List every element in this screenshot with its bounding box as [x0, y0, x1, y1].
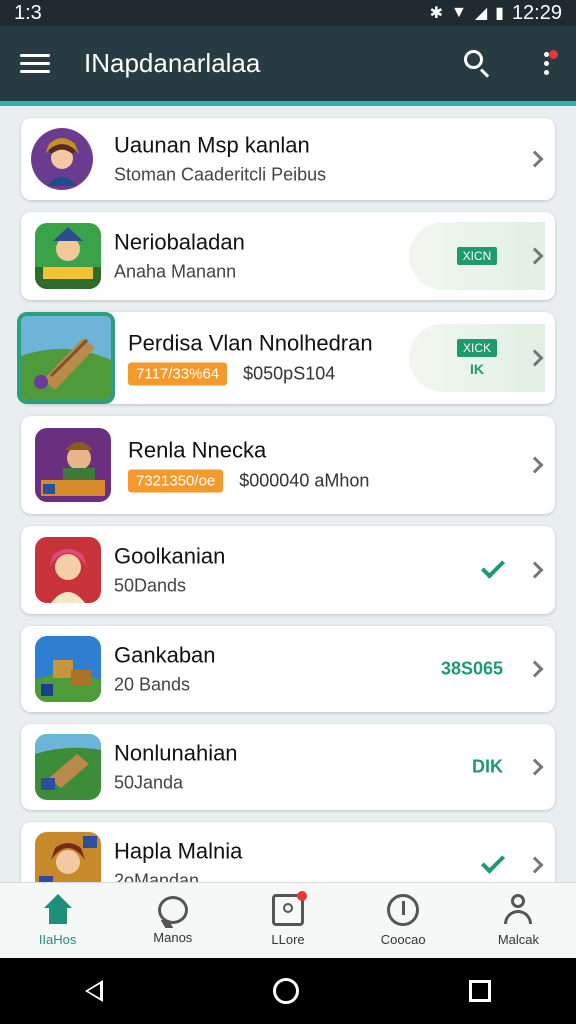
status-text: 38S065	[440, 658, 503, 679]
item-title: Neriobaladan	[114, 229, 245, 255]
home-icon	[42, 894, 74, 926]
item-title: Nonlunahian	[114, 740, 238, 766]
nav-label: Coocao	[380, 932, 426, 947]
game-list: Uaunan Msp kanlan Stoman Caaderitcli Pei…	[0, 106, 576, 882]
nav-messages[interactable]: Manos	[115, 883, 230, 958]
notification-badge	[549, 49, 558, 59]
pill-badge: XICK	[456, 339, 497, 357]
item-title: Perdisa Vlan Nnolhedran	[128, 330, 373, 356]
chevron-right-icon	[526, 456, 544, 474]
item-title: Uaunan Msp kanlan	[114, 132, 310, 158]
nav-label: LLore	[271, 932, 305, 947]
game-hero-icon	[35, 223, 101, 289]
game-rafts-icon	[35, 734, 101, 800]
game-hunter-icon	[35, 428, 111, 502]
home-circle-icon[interactable]	[273, 978, 299, 1004]
list-item[interactable]: Renla Nnecka 7321350/oe $000040 aMhon	[21, 416, 555, 514]
system-nav-bar	[0, 958, 576, 1024]
chevron-right-icon	[526, 660, 544, 678]
item-subtitle: 2oMandan	[114, 870, 200, 883]
check-icon	[480, 849, 506, 874]
wifi-icon: ▼	[450, 4, 467, 21]
page-title: INapdanarlalaa	[84, 48, 261, 78]
item-title: Goolkanian	[114, 543, 226, 569]
list-item[interactable]: Goolkanian 50Dands	[21, 526, 555, 614]
check-icon	[480, 554, 506, 579]
nav-history[interactable]: Coocao	[346, 883, 461, 958]
item-subtitle: Anaha Manann	[114, 261, 237, 282]
chevron-right-icon	[526, 758, 544, 776]
list-item[interactable]: Gankaban 20 Bands 38S065	[21, 626, 555, 712]
status-bar: 1:3 ✱ ▼ ◢ ▮ 12:29	[0, 0, 576, 26]
list-item[interactable]: Uaunan Msp kanlan Stoman Caaderitcli Pei…	[21, 118, 555, 200]
more-vert-icon[interactable]	[536, 47, 558, 81]
list-item[interactable]: Hapla Malnia 2oMandan	[21, 822, 555, 882]
price-tag: 7321350/oe	[128, 469, 224, 493]
pill-sub: IK	[470, 361, 484, 377]
game-island-icon	[17, 312, 115, 404]
nav-label: Manos	[153, 930, 193, 945]
item-subtitle: 50Dands	[114, 575, 187, 596]
bottom-nav: IIaHos Manos LLore Coocao Malcak	[0, 882, 576, 958]
game-girl-icon	[35, 537, 101, 603]
clock-icon	[387, 894, 420, 926]
chat-icon	[157, 896, 188, 924]
avatar-girl-icon	[31, 128, 93, 190]
pill-badge: XICN	[456, 247, 498, 265]
nav-label: Malcak	[497, 932, 539, 947]
app-bar: INapdanarlalaa	[0, 26, 576, 106]
battery-icon: ▮	[495, 5, 504, 22]
item-price: $000040 aMhon	[239, 470, 370, 491]
status-icons: ✱ ▼ ◢ ▮ 12:29	[430, 2, 562, 25]
item-subtitle: 50Janda	[114, 772, 184, 793]
item-title: Renla Nnecka	[128, 437, 267, 463]
price-tag: 7117/33%64	[128, 362, 228, 386]
chevron-right-icon	[526, 856, 544, 874]
user-icon	[502, 894, 534, 926]
signal-icon: ◢	[474, 5, 488, 22]
search-icon[interactable]	[460, 47, 494, 81]
nav-live[interactable]: LLore	[230, 883, 345, 958]
item-title: Gankaban	[114, 642, 216, 668]
status-time-right: 12:29	[511, 1, 562, 24]
recents-icon[interactable]	[469, 980, 491, 1002]
list-item[interactable]: Neriobaladan Anaha Manann XICN	[21, 212, 555, 300]
item-price: $050pS104	[243, 363, 336, 384]
action-pill[interactable]: XICK IK	[409, 324, 545, 392]
nav-profile[interactable]: Malcak	[461, 883, 576, 958]
list-item[interactable]: Perdisa Vlan Nnolhedran 7117/33%64 $050p…	[17, 312, 555, 404]
back-icon[interactable]	[85, 980, 103, 1002]
item-subtitle: Stoman Caaderitcli Peibus	[114, 164, 327, 185]
action-pill[interactable]: XICN	[409, 222, 545, 290]
live-icon	[272, 891, 307, 926]
nav-label: IIaHos	[38, 932, 77, 947]
game-princess-icon	[35, 832, 101, 882]
game-cubes-icon	[35, 636, 101, 702]
status-text: DIK	[472, 756, 503, 777]
nav-home[interactable]: IIaHos	[0, 883, 115, 958]
chevron-right-icon	[526, 561, 544, 579]
list-item[interactable]: Nonlunahian 50Janda DIK	[21, 724, 555, 810]
chevron-right-icon	[526, 150, 544, 168]
bluetooth-icon: ✱	[429, 5, 443, 22]
item-title: Hapla Malnia	[114, 838, 243, 864]
menu-icon[interactable]	[20, 49, 50, 79]
item-subtitle: 20 Bands	[114, 674, 191, 695]
status-time-left: 1:3	[14, 1, 42, 24]
